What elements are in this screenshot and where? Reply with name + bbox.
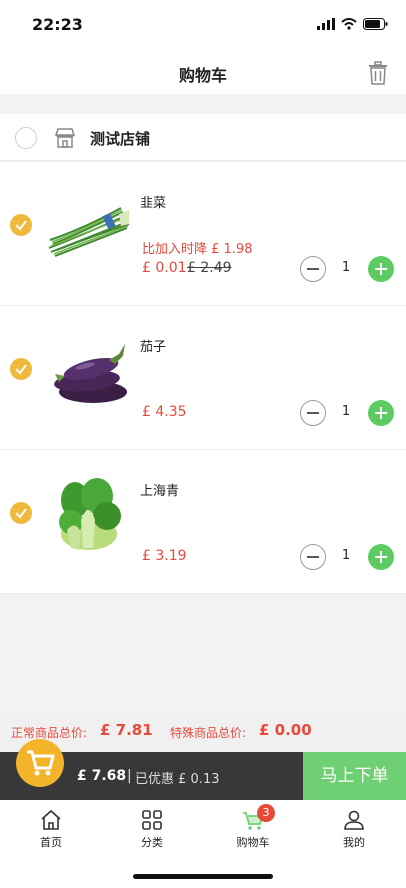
cart-item: 茄子 £ 4.35 1 — [0, 306, 406, 450]
item-select-checkbox[interactable] — [10, 358, 32, 380]
status-icons — [317, 18, 388, 30]
quantity-stepper: 1 — [300, 544, 394, 570]
bok-choy-image — [59, 478, 121, 550]
increase-button[interactable] — [368, 544, 394, 570]
signal-icon — [317, 18, 335, 30]
check-icon — [15, 508, 27, 519]
quantity-value: 1 — [341, 404, 351, 419]
nav-bar: 购物车 — [0, 48, 406, 94]
home-indicator — [133, 874, 273, 879]
item-price: £ 3.19 — [142, 548, 187, 564]
quantity-value: 1 — [341, 548, 351, 563]
store-select-checkbox[interactable] — [15, 127, 37, 149]
tab-profile[interactable]: 我的 — [314, 808, 394, 850]
checkout-discount: 已优惠 £ 0.13 — [135, 772, 220, 787]
decrease-button[interactable] — [300, 400, 326, 426]
item-select-checkbox[interactable] — [10, 214, 32, 236]
normal-total-value: £ 7.81 — [100, 721, 153, 739]
place-order-button[interactable]: 马上下单 — [303, 752, 406, 800]
decrease-button[interactable] — [300, 256, 326, 282]
special-total-label: 特殊商品总价: — [170, 726, 247, 740]
tab-label: 分类 — [141, 836, 163, 849]
checkout-separator: | — [127, 768, 132, 784]
cart-count-badge: 3 — [257, 804, 275, 822]
item-select-checkbox[interactable] — [10, 502, 32, 524]
quantity-stepper: 1 — [300, 256, 394, 282]
tab-cart[interactable]: 3 购物车 — [213, 804, 293, 850]
cart-button[interactable] — [16, 739, 64, 787]
user-icon — [344, 810, 364, 830]
store-icon — [54, 128, 76, 148]
checkout-amount: £ 7.68 — [77, 768, 127, 784]
item-name: 茄子 — [140, 340, 167, 355]
tab-label: 购物车 — [236, 836, 270, 849]
tab-home[interactable]: 首页 — [11, 808, 91, 850]
decrease-button[interactable] — [300, 544, 326, 570]
item-original-price: £ 2.49 — [187, 260, 232, 276]
price-drop-notice: 比加入时降 £ 1.98 — [142, 242, 253, 257]
wifi-icon — [341, 18, 357, 30]
special-total-value: £ 0.00 — [259, 721, 312, 739]
tab-category[interactable]: 分类 — [112, 808, 192, 850]
tab-label: 我的 — [343, 836, 365, 849]
status-bar: 22:23 — [0, 0, 406, 48]
cart-item: 上海青 £ 3.19 1 — [0, 450, 406, 594]
quantity-stepper: 1 — [300, 400, 394, 426]
battery-icon — [363, 18, 388, 30]
checkout-bar: £ 7.68 | 已优惠 £ 0.13 马上下单 — [0, 739, 406, 800]
status-time: 22:23 — [32, 15, 83, 34]
item-price: £ 0.01 — [142, 260, 187, 276]
eggplant-image — [54, 344, 127, 403]
store-name: 测试店铺 — [90, 130, 151, 148]
home-icon — [41, 809, 61, 830]
cart-item: 韭菜 比加入时降 £ 1.98 £ 0.01 £ 2.49 1 — [0, 162, 406, 306]
tab-label: 首页 — [40, 836, 62, 849]
trash-icon[interactable] — [366, 60, 390, 86]
check-icon — [15, 220, 27, 231]
category-icon — [142, 810, 162, 830]
increase-button[interactable] — [368, 400, 394, 426]
check-icon — [15, 364, 27, 375]
increase-button[interactable] — [368, 256, 394, 282]
chives-image — [48, 207, 130, 257]
quantity-value: 1 — [341, 260, 351, 275]
item-price: £ 4.35 — [142, 404, 187, 420]
item-name: 韭菜 — [140, 196, 167, 211]
store-row: 测试店铺 — [0, 114, 406, 161]
page-title: 购物车 — [178, 66, 227, 85]
item-name: 上海青 — [140, 484, 180, 499]
cart-icon — [27, 750, 55, 776]
